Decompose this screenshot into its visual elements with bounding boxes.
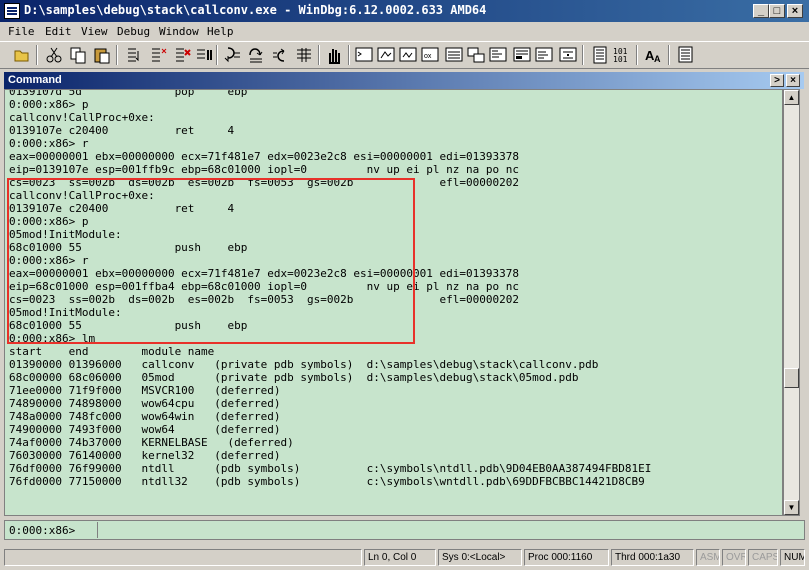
memory-icon[interactable] [444,45,464,65]
output-line: 74af0000 74b37000 KERNELBASE (deferred) [9,436,294,449]
output-line: 0139107e c20400 ret 4 [9,124,235,137]
scratch-pad-icon[interactable] [512,45,532,65]
scroll-down-button[interactable]: ▼ [784,500,799,515]
toolbar-separator [216,45,218,65]
call-stack-icon[interactable] [466,45,486,65]
minimize-button[interactable]: _ [753,4,769,18]
menu-view[interactable]: View [81,25,108,38]
output-line: eip=0139107e esp=001ffb9c ebp=68c01000 i… [9,163,519,176]
output-line: 76fd0000 77150000 ntdll32 (pdb symbols) … [9,475,645,488]
scroll-thumb[interactable] [784,368,799,388]
toolbar-separator [668,45,670,65]
toolbar: ox 101 101 AA [0,41,809,69]
svg-text:101: 101 [613,55,628,64]
toolbar-separator [348,45,350,65]
status-line-col: Ln 0, Col 0 [364,549,436,566]
restart-icon[interactable] [148,45,168,65]
svg-text:A: A [654,54,661,64]
output-line: 0:000:x86> p [9,98,89,111]
command-prompt-bar: 0:000:x86> [4,520,805,540]
locals-icon[interactable] [398,45,418,65]
toolbar-separator [116,45,118,65]
vertical-scrollbar[interactable]: ▲ ▼ [783,89,800,516]
source-mode-toggle-icon[interactable] [590,45,610,65]
hex-mode-icon[interactable]: 101 101 [612,45,632,65]
output-line: 0:000:x86> r [9,137,89,150]
step-out-icon[interactable] [270,45,290,65]
highlight-annotation [7,178,415,344]
title-bar: D:\samples\debug\stack\callconv.exe - Wi… [0,0,809,22]
output-line: callconv!CallProc+0xe: [9,111,155,124]
menu-window[interactable]: Window [159,25,199,38]
output-line: 71ee0000 71f9f000 MSVCR100 (deferred) [9,384,281,397]
command-window-header: Command > × [4,72,804,89]
go-icon[interactable] [124,45,144,65]
cut-icon[interactable] [44,45,64,65]
font-icon[interactable]: AA [644,45,664,65]
windbg-app-icon[interactable] [4,3,20,19]
disassembly-window-icon[interactable] [558,45,578,65]
menu-help[interactable]: Help [207,25,234,38]
close-button[interactable]: × [787,4,803,18]
output-line: 76030000 76140000 kernel32 (deferred) [9,449,281,462]
command-output[interactable]: 0139107d 5d pop ebp 0:000:x86> p callcon… [4,89,783,516]
output-line: 01390000 01396000 callconv (private pdb … [9,358,599,371]
window-title: D:\samples\debug\stack\callconv.exe - Wi… [24,3,487,17]
output-line: 748a0000 748fc000 wow64win (deferred) [9,410,281,423]
menu-bar: File Edit View Debug Window Help [0,22,809,41]
stop-debugging-icon[interactable] [172,45,192,65]
command-close-button[interactable]: × [786,74,800,87]
prompt-label: 0:000:x86> [9,524,82,537]
status-ovr: OVR [722,549,746,566]
command-window-icon[interactable] [354,45,374,65]
output-line: 76df0000 76f99000 ntdll (pdb symbols) c:… [9,462,652,475]
output-line: 0139107d 5d pop ebp [9,89,248,98]
toolbar-separator [636,45,638,65]
source-mode-icon[interactable] [534,45,554,65]
dock-button[interactable]: > [770,74,784,87]
step-over-icon[interactable] [246,45,266,65]
output-line: 68c00000 68c06000 05mod (private pdb sym… [9,371,579,384]
command-window-title: Command [8,74,62,86]
menu-edit[interactable]: Edit [45,25,72,38]
break-icon[interactable] [194,45,214,65]
run-to-cursor-icon[interactable] [294,45,314,65]
output-line: start end module name [9,345,215,358]
status-num: NUM [780,549,805,566]
status-asm: ASM [696,549,720,566]
toolbar-separator [582,45,584,65]
output-line: 74890000 74898000 wow64cpu (deferred) [9,397,281,410]
disassembly-icon[interactable] [488,45,508,65]
open-icon[interactable] [12,45,32,65]
output-line: 74900000 7493f000 wow64 (deferred) [9,423,281,436]
watch-icon[interactable] [376,45,396,65]
status-thread: Thrd 000:1a30 [611,549,694,566]
options-icon[interactable] [676,45,696,65]
status-message [4,549,362,566]
maximize-button[interactable]: □ [769,4,785,18]
copy-icon[interactable] [68,45,88,65]
status-system: Sys 0:<Local> [438,549,522,566]
scroll-up-button[interactable]: ▲ [784,90,799,105]
status-process: Proc 000:1160 [524,549,609,566]
status-caps: CAPS [748,549,778,566]
command-input[interactable] [97,522,800,538]
toolbar-separator [318,45,320,65]
output-line: eax=00000001 ebx=00000000 ecx=71f481e7 e… [9,150,519,163]
menu-file[interactable]: File [8,25,35,38]
status-bar: Ln 0, Col 0 Sys 0:<Local> Proc 000:1160 … [0,546,809,570]
hand-icon[interactable] [324,45,344,65]
menu-debug[interactable]: Debug [117,25,150,38]
toolbar-separator [36,45,38,65]
registers-icon[interactable]: ox [420,45,440,65]
svg-text:ox: ox [424,53,432,60]
step-into-icon[interactable] [222,45,242,65]
paste-icon[interactable] [92,45,112,65]
